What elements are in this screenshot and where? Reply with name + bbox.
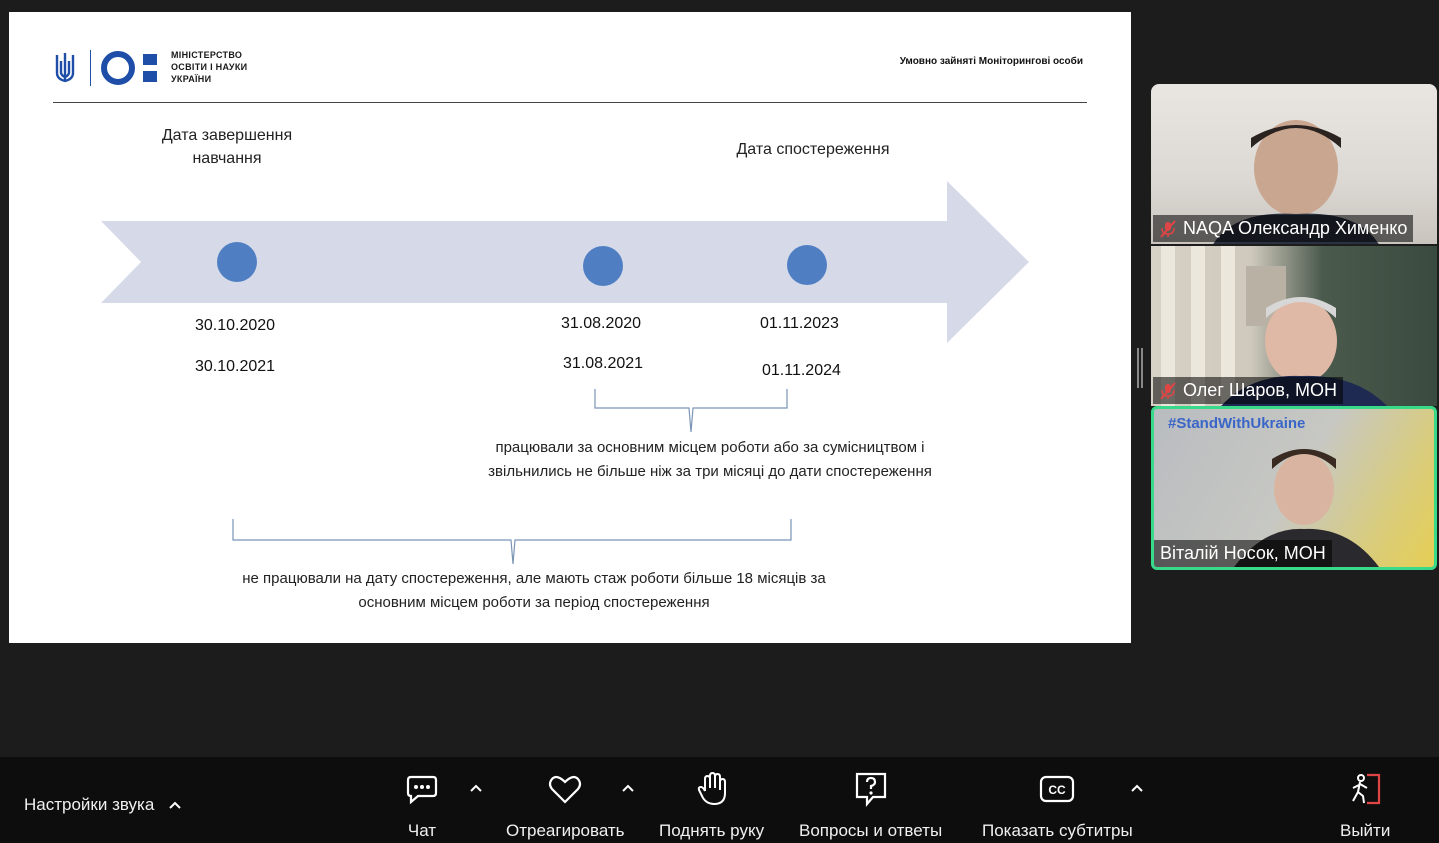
captions-label: Показать субтитры — [982, 821, 1133, 840]
video-tile-2[interactable]: Олег Шаров, МОН — [1151, 246, 1437, 406]
timeline-dot-1 — [217, 242, 257, 282]
captions-button[interactable]: CC Показать субтитры — [982, 771, 1133, 841]
hand-icon — [697, 771, 726, 806]
svg-text:CC: CC — [1049, 783, 1067, 797]
overlay-hashtag: #StandWithUkraine — [1168, 415, 1306, 432]
label-graduation-date: Дата завершення навчання — [161, 127, 293, 167]
cc-icon: CC — [1040, 775, 1075, 803]
leave-icon — [1352, 773, 1381, 805]
raise-hand-label: Поднять руку — [659, 821, 765, 840]
date-col2-b: 31.08.2021 — [563, 355, 644, 372]
date-col3-a: 01.11.2023 — [760, 315, 839, 332]
raise-hand-button[interactable]: Поднять руку — [659, 771, 764, 841]
question-icon — [855, 772, 886, 807]
date-col2-a: 31.08.2020 — [561, 315, 642, 332]
timeline-dot-2 — [583, 246, 623, 286]
chat-icon — [406, 775, 438, 805]
qa-label: Вопросы и ответы — [799, 821, 943, 840]
brace-lower — [232, 519, 792, 565]
brace-upper — [594, 389, 788, 433]
participant-name: Віталій Носок, МОН — [1160, 543, 1326, 563]
timeline-dot-3 — [787, 245, 827, 285]
mic-muted-icon — [1160, 219, 1176, 238]
label-observation-date: Дата спостереження — [736, 141, 890, 158]
panel-resize-handle[interactable] — [1137, 348, 1143, 388]
chevron-up-icon[interactable] — [469, 781, 483, 795]
video-tile-3-active-speaker[interactable]: #StandWithUkraine Віталій Носок, МОН — [1151, 406, 1437, 570]
date-col3-b: 01.11.2024 — [762, 362, 841, 379]
chat-button[interactable]: Чат — [404, 771, 440, 841]
chevron-up-icon — [169, 801, 182, 809]
heart-icon — [549, 775, 582, 804]
leave-label: Выйти — [1340, 821, 1391, 840]
participant-name-bar: Віталій Носок, МОН — [1154, 540, 1332, 567]
participant-name: NAQA Олександр Хименко — [1183, 218, 1408, 238]
mic-muted-icon — [1160, 381, 1176, 400]
chevron-up-icon[interactable] — [1130, 781, 1144, 795]
participant-name-bar: Олег Шаров, МОН — [1153, 377, 1343, 404]
chat-label: Чат — [407, 821, 437, 840]
react-label: Отреагировать — [506, 821, 625, 840]
note-lower: не працювали на дату спостереження, але … — [242, 570, 826, 611]
audio-settings-label: Настройки звука — [24, 795, 155, 814]
shared-slide: МІНІСТЕРСТВО ОСВІТИ І НАУКИ УКРАЇНИ Умов… — [9, 12, 1131, 643]
participant-name-bar: NAQA Олександр Хименко — [1153, 215, 1414, 242]
note-upper: працювали за основним місцем роботи або … — [488, 439, 932, 480]
leave-button[interactable]: Выйти — [1340, 771, 1390, 841]
date-col1-a: 30.10.2020 — [195, 317, 276, 334]
chevron-up-icon[interactable] — [621, 781, 635, 795]
qa-button[interactable]: Вопросы и ответы — [799, 771, 942, 841]
react-button[interactable]: Отреагировать — [506, 771, 625, 841]
audio-settings-button[interactable]: Настройки звука — [24, 795, 182, 815]
meeting-toolbar: Настройки звука Чат Отреагировать Поднят… — [0, 757, 1439, 843]
participant-name: Олег Шаров, МОН — [1183, 380, 1337, 400]
video-tile-1[interactable]: NAQA Олександр Хименко — [1151, 84, 1437, 244]
date-col1-b: 30.10.2021 — [195, 358, 276, 375]
